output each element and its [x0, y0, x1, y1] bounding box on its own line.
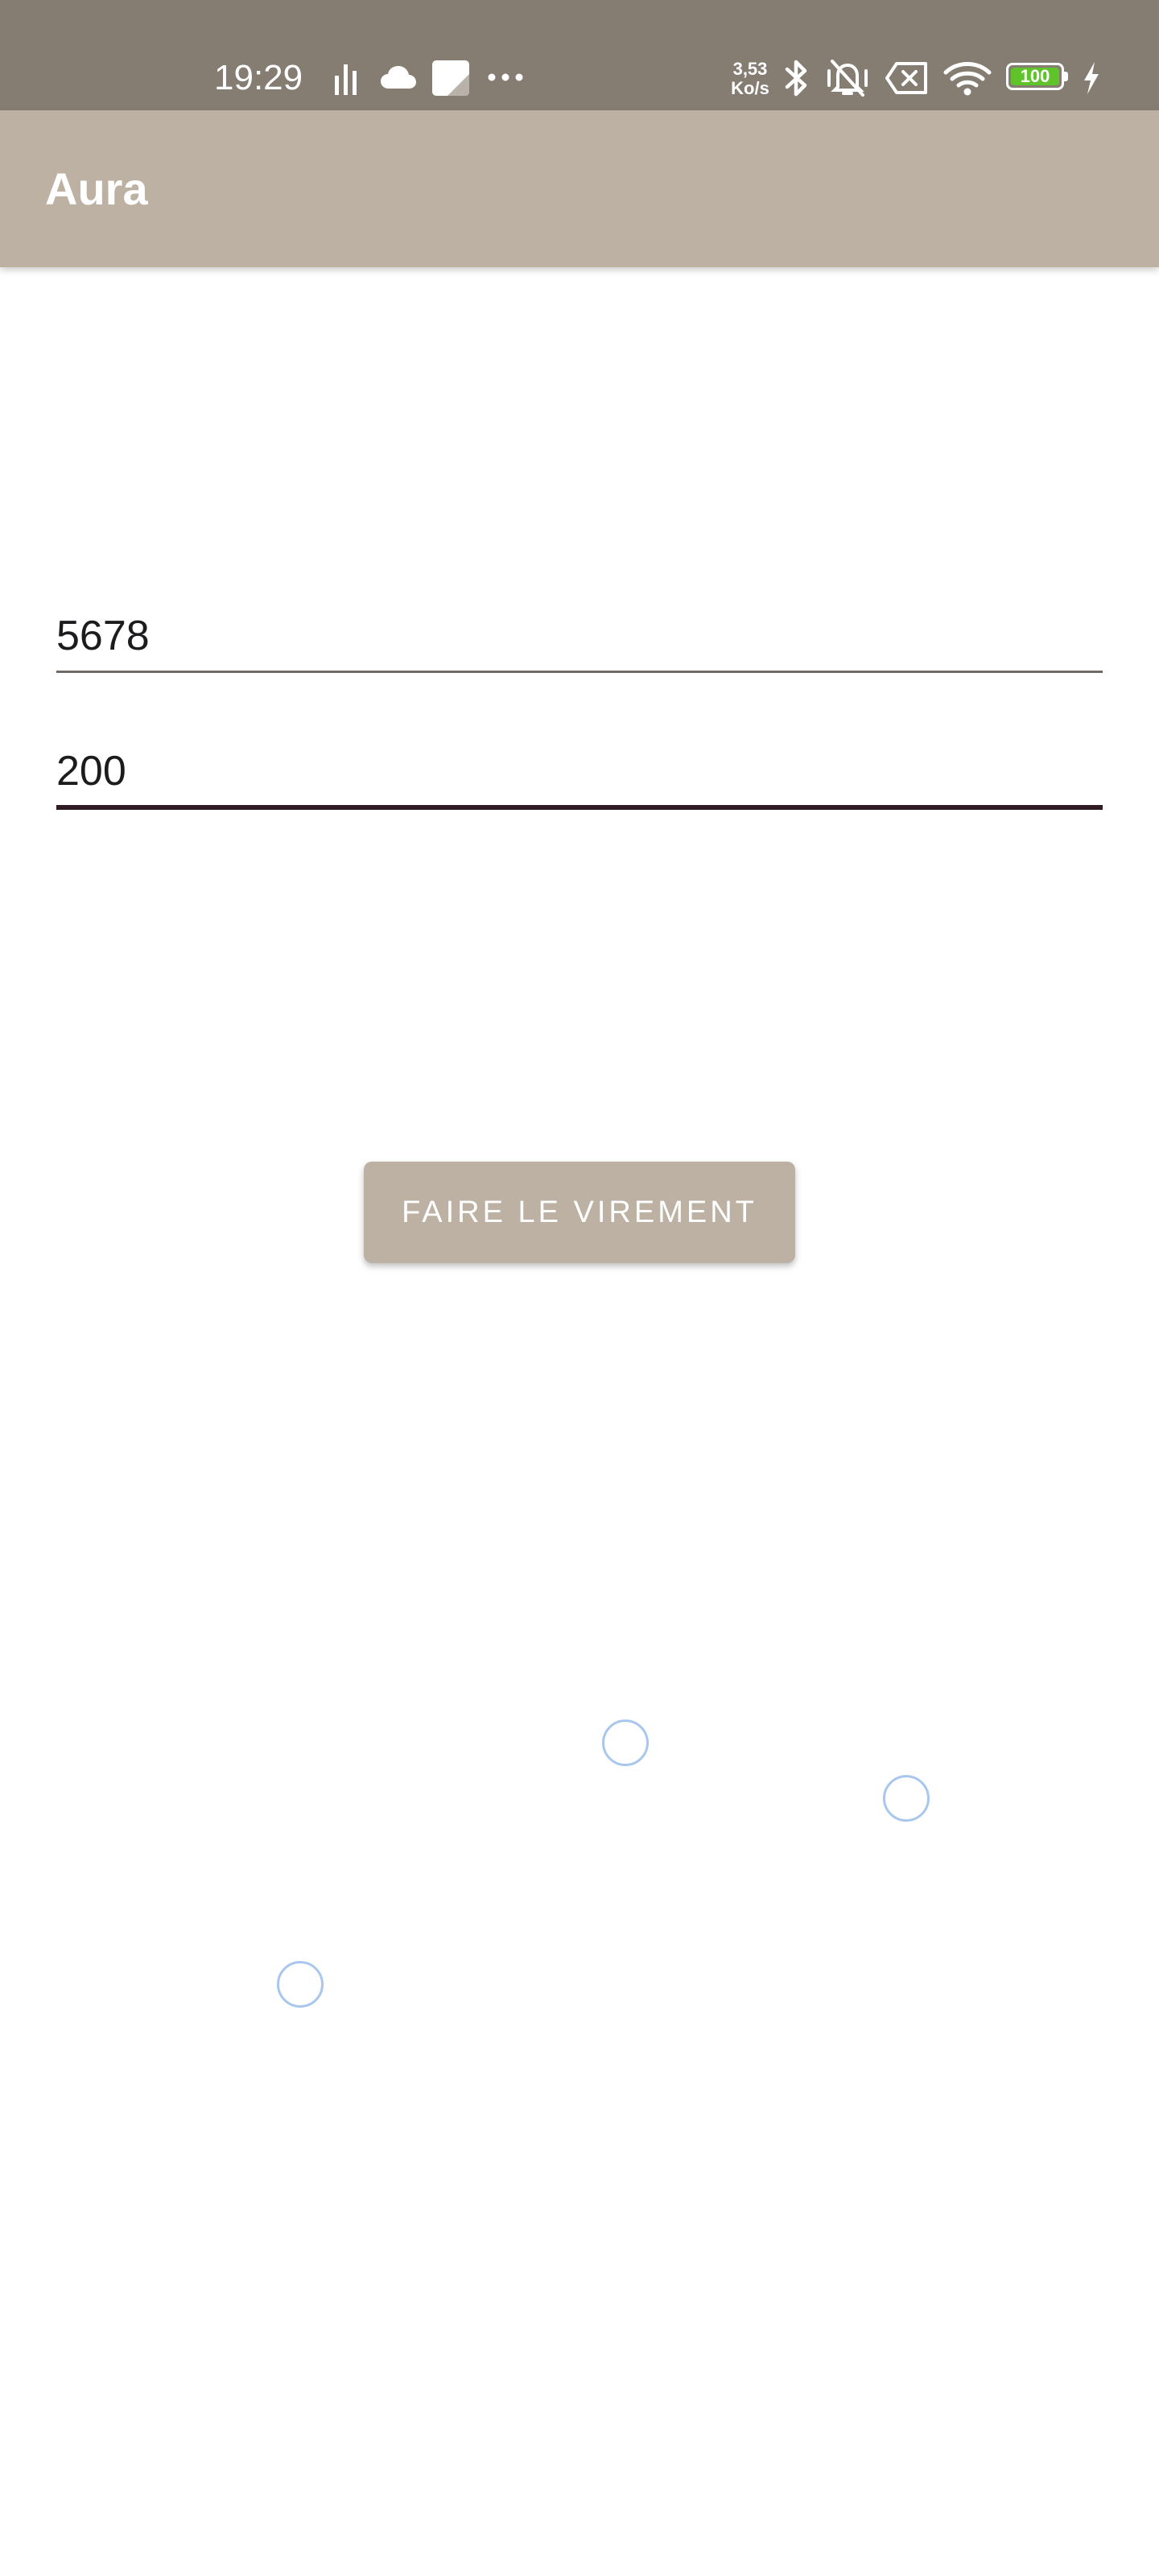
battery-level: 100 — [1011, 68, 1059, 85]
app-title: Aura — [45, 163, 148, 215]
screen: 19:29 3,53 Ko/s — [0, 0, 1159, 2576]
battery-icon: 100 — [1006, 63, 1070, 93]
network-speed-value: 3,53 — [728, 60, 773, 79]
network-speed-unit: Ko/s — [728, 79, 773, 98]
cloud-icon — [380, 64, 417, 90]
signal-bars-icon — [333, 61, 359, 95]
status-time: 19:29 — [214, 56, 303, 100]
amount-field[interactable] — [56, 737, 1103, 810]
touch-indicator — [883, 1775, 930, 1822]
touch-indicator — [277, 1961, 324, 2008]
more-dots-icon — [488, 72, 523, 82]
network-speed: 3,53 Ko/s — [728, 60, 773, 98]
notes-icon — [431, 60, 470, 97]
wifi-icon — [943, 60, 992, 97]
app-bar: Aura — [0, 110, 1159, 267]
account-field[interactable] — [56, 601, 1103, 673]
status-bar: 19:29 3,53 Ko/s — [0, 0, 1159, 110]
sim-error-icon — [885, 61, 929, 95]
touch-indicator — [602, 1719, 649, 1766]
charging-bolt-icon — [1082, 61, 1101, 95]
account-input[interactable] — [56, 601, 1103, 671]
bluetooth-icon — [782, 58, 810, 98]
amount-input[interactable] — [56, 737, 1103, 805]
vibrate-off-icon — [826, 58, 869, 98]
transfer-button[interactable]: FAIRE LE VIREMENT — [364, 1162, 795, 1263]
